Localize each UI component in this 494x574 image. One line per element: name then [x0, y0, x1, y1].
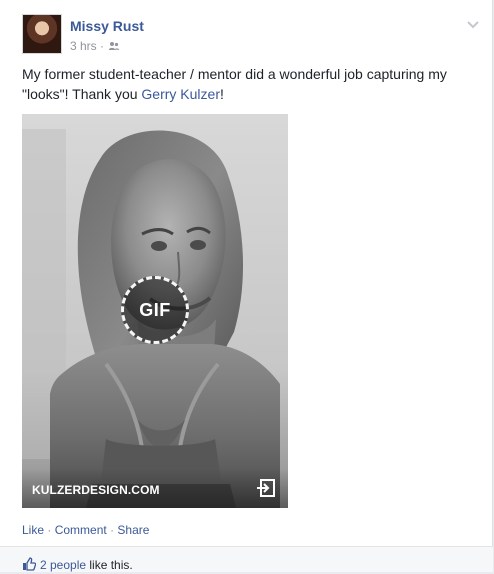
timestamp-link[interactable]: 3 hrs [70, 39, 97, 53]
gif-play-badge[interactable]: GIF [121, 276, 189, 344]
action-separator: · [47, 523, 52, 537]
likes-summary: 2 people like this. [22, 557, 133, 572]
like-button[interactable]: Like [22, 523, 44, 537]
author-name-link[interactable]: Missy Rust [70, 17, 144, 35]
share-button[interactable]: Share [117, 523, 149, 537]
post-message-text: My former student-teacher / mentor did a… [22, 66, 447, 102]
friends-icon[interactable] [108, 40, 120, 50]
likes-suffix-text: like this. [86, 558, 133, 572]
external-link-icon[interactable] [256, 478, 276, 498]
media-caption-overlay: KULZERDESIGN.COM [22, 468, 288, 508]
tagged-person-link[interactable]: Gerry Kulzer [141, 86, 220, 102]
meta-separator: · [100, 39, 105, 53]
author-avatar[interactable] [22, 14, 62, 54]
facebook-post-card: Missy Rust 3 hrs · My former student-tea… [0, 0, 493, 572]
gif-media-attachment[interactable]: GIF KULZERDESIGN.COM [22, 114, 288, 508]
media-source-domain[interactable]: KULZERDESIGN.COM [32, 483, 160, 497]
post-message-ending: ! [220, 86, 224, 102]
post-header: Missy Rust 3 hrs · [22, 14, 482, 56]
post-meta: 3 hrs · [70, 39, 120, 53]
comment-button[interactable]: Comment [55, 523, 107, 537]
post-message: My former student-teacher / mentor did a… [22, 64, 472, 104]
likes-summary-bar: 2 people like this. [0, 547, 493, 572]
post-actions: Like · Comment · Share [22, 522, 149, 538]
chevron-down-icon[interactable] [466, 17, 480, 29]
thumbs-up-icon [22, 557, 37, 571]
likers-link[interactable]: 2 people [40, 558, 86, 572]
action-separator: · [110, 523, 115, 537]
